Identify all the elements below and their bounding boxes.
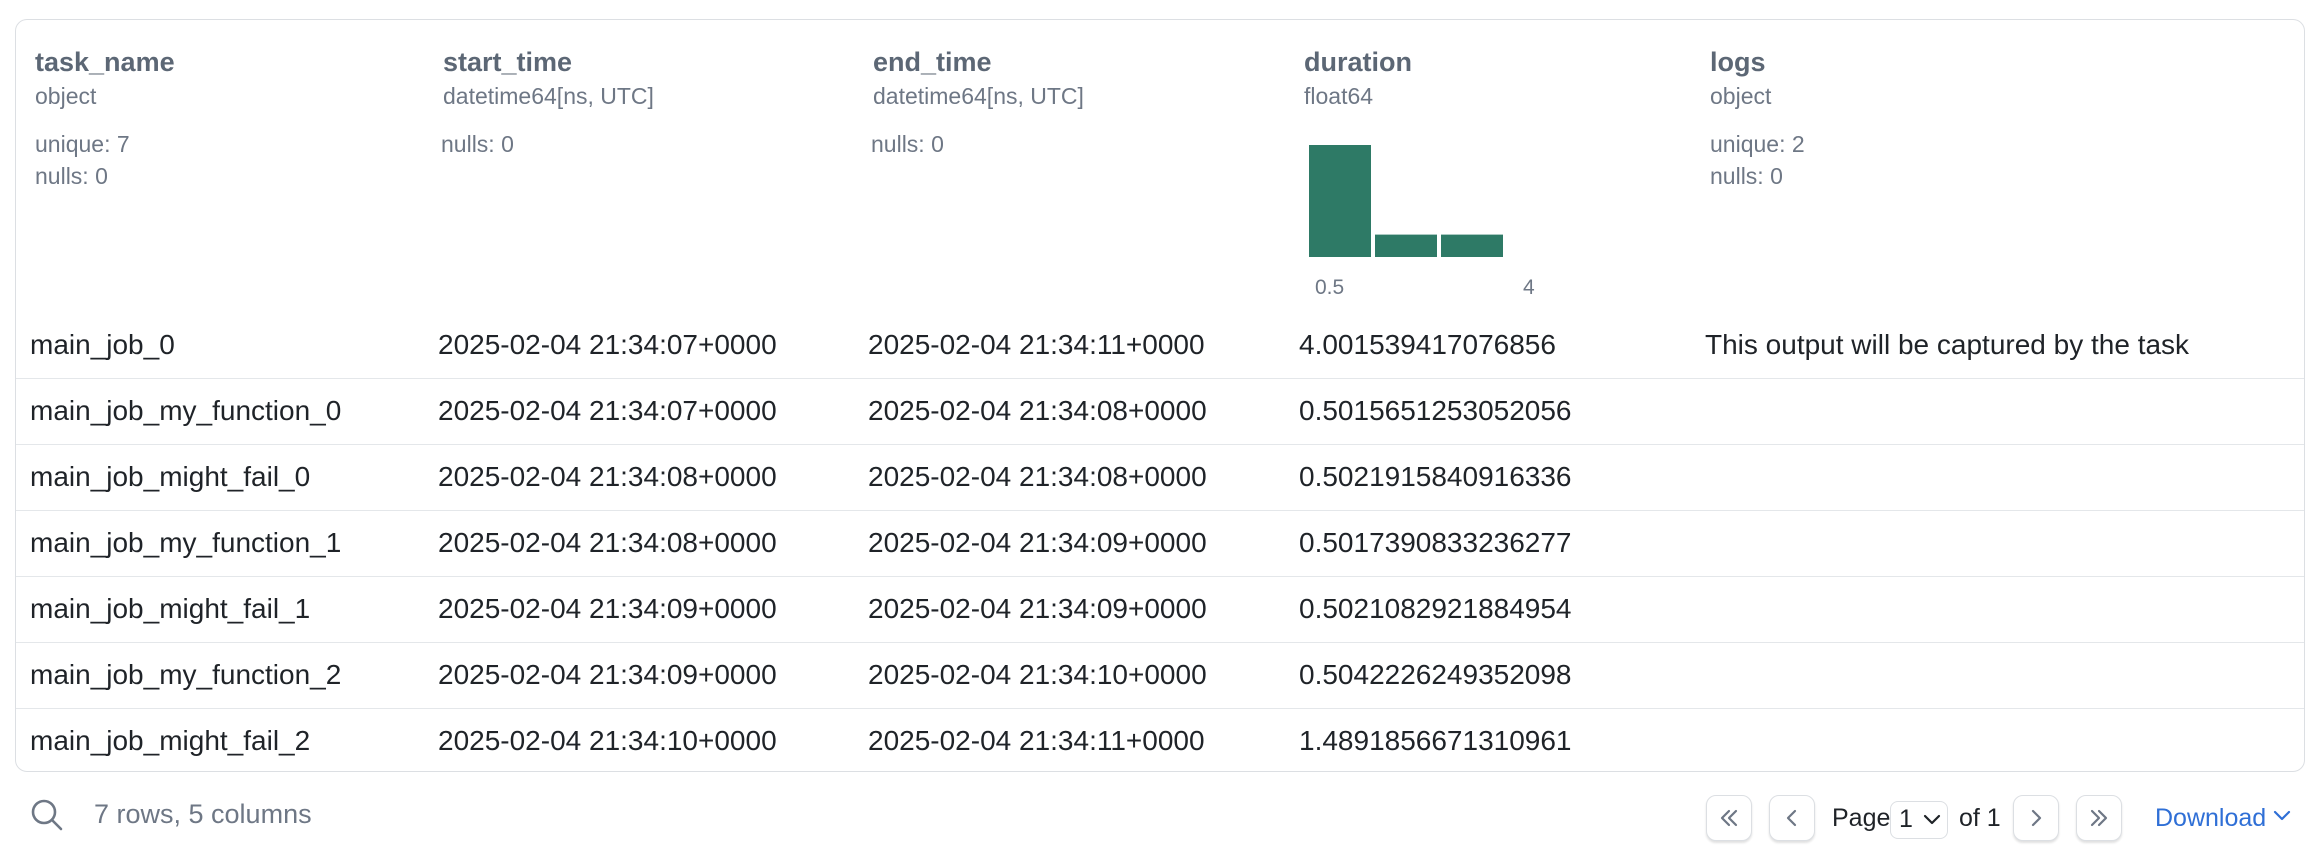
cell-start-time: 2025-02-04 21:34:07+0000 bbox=[438, 395, 777, 426]
cell-start-time: 2025-02-04 21:34:10+0000 bbox=[438, 725, 777, 756]
table-row[interactable]: main_job_might_fail_2 2025-02-04 21:34:1… bbox=[16, 709, 2304, 771]
cell-logs: This output will be captured by the task bbox=[1705, 329, 2190, 360]
column-stat-nulls: nulls: 0 bbox=[871, 131, 944, 157]
column-stat-unique: unique: 7 bbox=[35, 131, 130, 157]
cell-duration: 0.5015651253052056 bbox=[1299, 395, 1572, 426]
cell-duration: 1.4891856671310961 bbox=[1299, 725, 1572, 756]
column-stat-unique: unique: 2 bbox=[1710, 131, 1805, 157]
chevrons-right-icon bbox=[2090, 809, 2108, 827]
cell-duration: 0.5017390833236277 bbox=[1299, 527, 1572, 558]
table-row[interactable]: main_job_my_function_0 2025-02-04 21:34:… bbox=[16, 379, 2304, 445]
cell-duration: 4.001539417076856 bbox=[1299, 329, 1556, 360]
column-stat-nulls: nulls: 0 bbox=[441, 131, 514, 157]
cell-duration: 0.5021915840916336 bbox=[1299, 461, 1572, 492]
table-row[interactable]: main_job_might_fail_0 2025-02-04 21:34:0… bbox=[16, 445, 2304, 511]
column-name: start_time bbox=[443, 47, 573, 77]
column-dtype: object bbox=[35, 83, 97, 109]
download-label: Download bbox=[2155, 804, 2267, 832]
chevrons-left-icon bbox=[1720, 809, 1738, 827]
first-page-button[interactable] bbox=[1706, 795, 1752, 841]
table-row[interactable]: main_job_my_function_1 2025-02-04 21:34:… bbox=[16, 511, 2304, 577]
chevron-left-icon bbox=[1786, 809, 1797, 827]
cell-task-name: main_job_might_fail_0 bbox=[30, 461, 311, 492]
column-dtype: float64 bbox=[1304, 83, 1374, 109]
column-name: logs bbox=[1710, 47, 1766, 77]
cell-end-time: 2025-02-04 21:34:08+0000 bbox=[868, 461, 1207, 492]
download-button[interactable]: Download bbox=[2155, 804, 2291, 833]
cell-start-time: 2025-02-04 21:34:07+0000 bbox=[438, 329, 777, 360]
table-row[interactable]: main_job_my_function_2 2025-02-04 21:34:… bbox=[16, 643, 2304, 709]
histogram-bar bbox=[1441, 234, 1503, 257]
column-name: duration bbox=[1304, 47, 1412, 77]
histogram-min-label: 0.5 bbox=[1315, 276, 1345, 299]
cell-end-time: 2025-02-04 21:34:11+0000 bbox=[868, 329, 1205, 360]
next-page-button[interactable] bbox=[2013, 795, 2059, 841]
chevron-right-icon bbox=[2031, 809, 2042, 827]
column-name: task_name bbox=[35, 47, 175, 77]
chevron-down-icon bbox=[1923, 814, 1941, 825]
histogram-max-label: 4 bbox=[1523, 276, 1535, 299]
cell-end-time: 2025-02-04 21:34:09+0000 bbox=[868, 593, 1207, 624]
chevron-down-icon bbox=[2273, 810, 2291, 821]
page-label: Page bbox=[1832, 804, 1891, 832]
cell-start-time: 2025-02-04 21:34:08+0000 bbox=[438, 461, 777, 492]
cell-task-name: main_job_my_function_2 bbox=[30, 659, 342, 690]
cell-start-time: 2025-02-04 21:34:08+0000 bbox=[438, 527, 777, 558]
previous-page-button[interactable] bbox=[1769, 795, 1815, 841]
page-select[interactable]: 1 bbox=[1890, 801, 1948, 839]
last-page-button[interactable] bbox=[2076, 795, 2122, 841]
table-row[interactable]: main_job_might_fail_1 2025-02-04 21:34:0… bbox=[16, 577, 2304, 643]
duration-histogram: 0.5 4 bbox=[1309, 130, 1549, 299]
cell-duration: 0.5042226249352098 bbox=[1299, 659, 1572, 690]
cell-start-time: 2025-02-04 21:34:09+0000 bbox=[438, 593, 777, 624]
page-select-value: 1 bbox=[1899, 805, 1913, 833]
cell-end-time: 2025-02-04 21:34:10+0000 bbox=[868, 659, 1207, 690]
column-stat-nulls: nulls: 0 bbox=[1710, 163, 1783, 189]
cell-task-name: main_job_my_function_0 bbox=[30, 395, 342, 426]
column-dtype: object bbox=[1710, 83, 1772, 109]
cell-duration: 0.5021082921884954 bbox=[1299, 593, 1572, 624]
search-icon[interactable] bbox=[30, 798, 64, 832]
table-summary: 7 rows, 5 columns bbox=[94, 799, 312, 829]
column-name: end_time bbox=[873, 47, 992, 77]
cell-task-name: main_job_0 bbox=[30, 329, 175, 360]
histogram-bar bbox=[1375, 234, 1437, 257]
cell-start-time: 2025-02-04 21:34:09+0000 bbox=[438, 659, 777, 690]
column-stat-nulls: nulls: 0 bbox=[35, 163, 108, 189]
table-row[interactable]: main_job_0 2025-02-04 21:34:07+0000 2025… bbox=[16, 313, 2304, 379]
cell-end-time: 2025-02-04 21:34:08+0000 bbox=[868, 395, 1207, 426]
column-dtype: datetime64[ns, UTC] bbox=[443, 83, 654, 109]
data-table: task_name object unique: 7 nulls: 0 star… bbox=[15, 19, 2305, 772]
page-count-label: of 1 bbox=[1959, 804, 2001, 832]
histogram-bars bbox=[1309, 145, 1503, 257]
cell-end-time: 2025-02-04 21:34:09+0000 bbox=[868, 527, 1207, 558]
histogram-bar bbox=[1309, 145, 1371, 257]
cell-task-name: main_job_my_function_1 bbox=[30, 527, 342, 558]
column-dtype: datetime64[ns, UTC] bbox=[873, 83, 1084, 109]
cell-task-name: main_job_might_fail_1 bbox=[30, 593, 311, 624]
cell-task-name: main_job_might_fail_2 bbox=[30, 725, 311, 756]
cell-end-time: 2025-02-04 21:34:11+0000 bbox=[868, 725, 1205, 756]
